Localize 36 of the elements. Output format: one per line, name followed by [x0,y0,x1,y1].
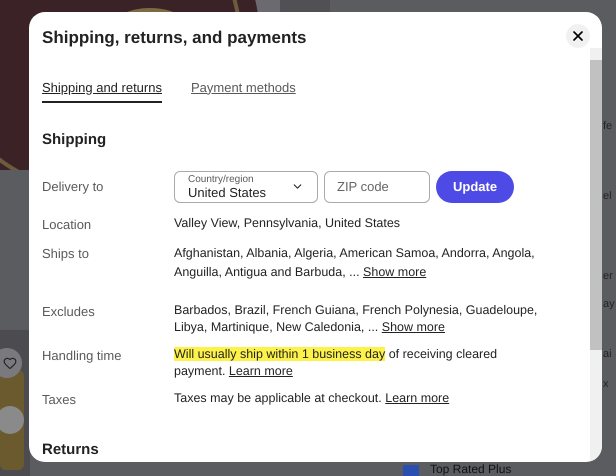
link[interactable]: Show more [363,264,426,278]
background-text: ay [603,297,615,312]
update-button[interactable]: Update [436,170,514,202]
row-value: Afghanistan, Albania, Algeria, American Samoa, Andorra, Angola, Anguilla, Antigua and Barbuda, ... Show more [174,244,536,281]
background-text: fe [603,119,612,134]
row-label: Excludes [42,302,96,320]
row-value: Taxes may be applicable at checkout. Learn more [174,390,450,407]
tab[interactable]: Payment methods [190,78,296,103]
link[interactable]: Learn more [228,364,293,378]
tab[interactable]: Shipping and returns [42,78,162,103]
background-text: er [603,269,613,284]
section-heading: Returns [42,440,100,460]
section-heading: Shipping [42,130,108,150]
row-value: Valley View, Pennsylvania, United States [174,214,402,232]
heart-icon [3,356,17,370]
select-value: United States [188,186,266,198]
background-text: x [603,377,608,392]
link[interactable]: Show more [382,320,445,334]
background-text: Top Rated Plus [430,463,512,476]
country-select[interactable]: Country/region United States [174,170,318,202]
background-text: el [603,189,612,204]
background-text: ai [603,347,612,362]
row-value: Will usually ship within 1 business day of receiving cleared payment. Learn more [174,346,498,380]
row-value: Barbados, Brazil, French Guiana, French Polynesia, Guadeloupe, Libya, Martinique, New Caledonia, ... Show more [174,302,538,336]
dialog-title: Shipping, returns, and payments [42,27,306,49]
close-button[interactable] [566,24,590,48]
zip-field[interactable]: ZIP code [324,170,430,202]
link[interactable]: Learn more [385,390,450,404]
row-label: Taxes [42,390,77,408]
row-label: Location [42,216,92,234]
row-label: Ships to [42,244,90,263]
row-label: Delivery to [42,178,104,196]
close-icon [570,28,586,44]
badge-icon [403,465,419,476]
select-label: Country/region [188,174,255,184]
row-label: Handling time [42,346,122,365]
